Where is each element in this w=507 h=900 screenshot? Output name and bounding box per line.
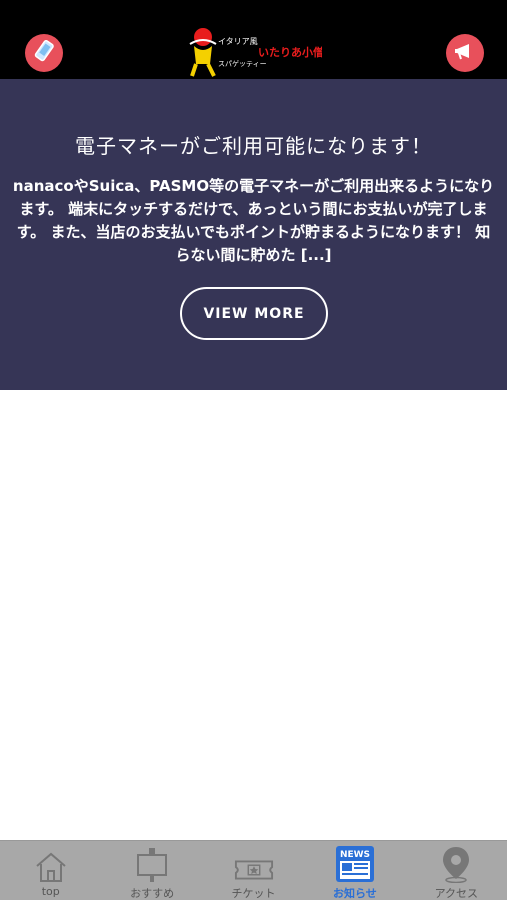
home-icon [31,847,71,883]
app-header: イタリア風 スパゲッティー いたりあ小僧 [0,0,507,79]
signboard-icon [132,847,172,883]
tab-label: お知らせ [333,887,377,900]
map-pin-icon [436,847,476,883]
megaphone-icon [453,39,477,67]
tab-label: アクセス [434,887,479,900]
tab-ticket[interactable]: チケット [203,841,304,900]
tab-access[interactable]: アクセス [406,841,507,900]
news-title: 電子マネーがご利用可能になります！ [75,134,432,158]
tab-label: チケット [231,887,276,900]
smartphone-icon [32,39,56,67]
tab-label: おすすめ [130,887,175,900]
logo-brand: いたりあ小僧 [258,45,322,59]
news-badge: NEWS [340,850,370,860]
logo-line1: イタリア風 [218,37,258,46]
news-icon: NEWS [335,846,375,883]
ticket-icon [234,847,274,883]
tab-news[interactable]: NEWS お知らせ [304,841,405,900]
tab-top[interactable]: top [0,841,101,900]
shop-logo: イタリア風 スパゲッティー いたりあ小僧 [188,24,324,80]
news-excerpt: nanacoやSuica、PASMO等の電子マネーがご利用出来るようになります。… [12,177,495,264]
tab-recommend[interactable]: おすすめ [101,841,202,900]
phone-button[interactable] [25,34,63,72]
logo-line2: スパゲッティー [218,59,267,68]
bottom-tab-bar: top おすすめ チケット NEWS お知らせ アクセス [0,840,507,900]
announcement-button[interactable] [446,34,484,72]
tab-label: top [41,885,60,898]
view-more-button[interactable]: VIEW MORE [180,287,328,340]
